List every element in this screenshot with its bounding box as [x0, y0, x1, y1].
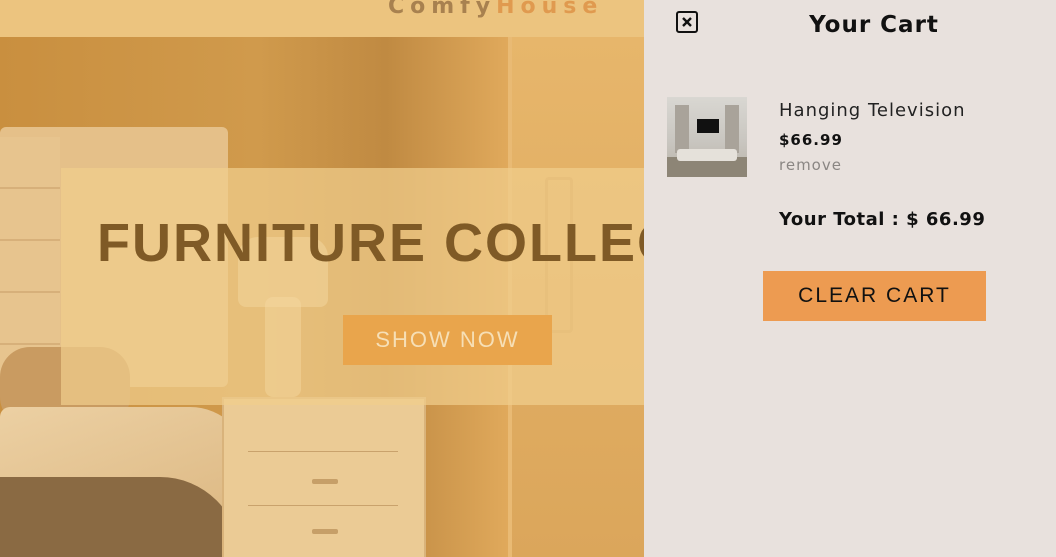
hero-overlay-panel: [61, 168, 701, 405]
page: ComfyHouse FURNITURE COLLECTION SHOW NOW: [0, 0, 1056, 557]
show-now-button[interactable]: SHOW NOW: [343, 315, 552, 365]
product-thumbnail: [667, 97, 747, 177]
headboard-tufting: [0, 137, 60, 377]
drawer-line: [248, 505, 398, 506]
drawer-line: [248, 451, 398, 452]
drawer-knob: [312, 479, 338, 484]
cart-panel: Your Cart Hanging Television $66.99 remo…: [644, 0, 1056, 557]
drawer-knob: [312, 529, 338, 534]
cart-total: Your Total : $ 66.99: [779, 209, 986, 230]
thumb-shelf: [725, 105, 739, 153]
nightstand-image: [222, 397, 426, 557]
thumb-sofa: [677, 149, 737, 161]
item-name: Hanging Television: [779, 100, 966, 121]
logo-house: House: [496, 0, 604, 19]
remove-item-link[interactable]: remove: [779, 156, 842, 174]
thumb-shelf: [675, 105, 689, 153]
logo[interactable]: ComfyHouse: [388, 0, 603, 19]
cart-title: Your Cart: [809, 12, 939, 38]
item-price: $66.99: [779, 131, 843, 149]
logo-comfy: Comfy: [388, 0, 497, 19]
thumb-television: [697, 119, 719, 133]
clear-cart-button[interactable]: CLEAR CART: [763, 271, 986, 321]
